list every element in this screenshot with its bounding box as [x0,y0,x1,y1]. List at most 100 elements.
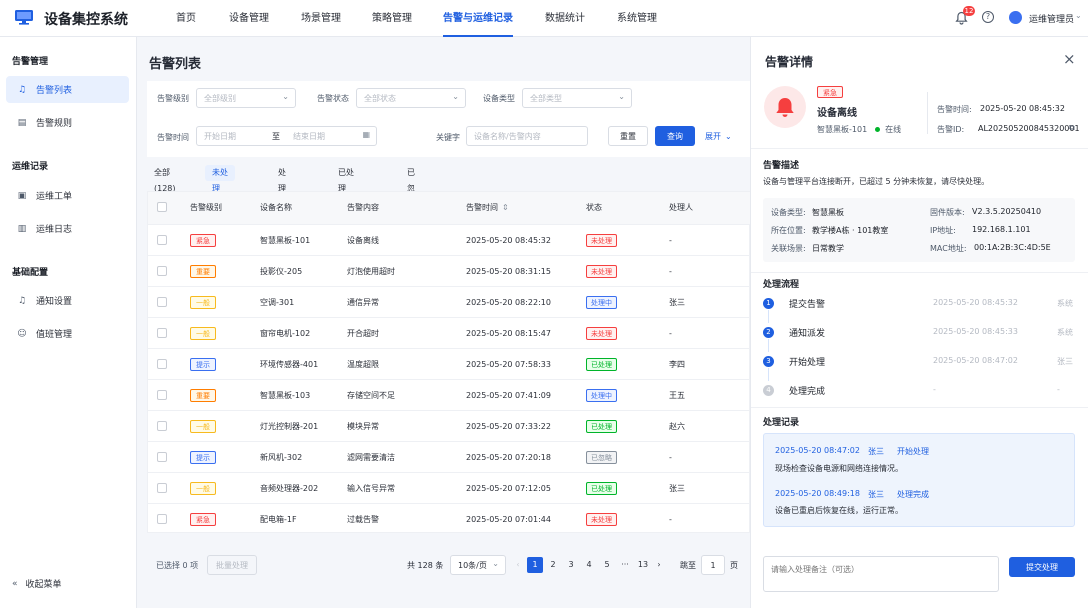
time-cell: 2025-05-20 08:31:15 [466,267,551,276]
row-checkbox[interactable] [157,421,167,431]
sidebar-item-work-orders[interactable]: ▣ 运维工单 [6,182,129,209]
batch-process-button[interactable]: 批量处理 [207,555,257,575]
row-checkbox[interactable] [157,297,167,307]
expand-button[interactable]: 展开 ⌄ [705,131,732,142]
time-cell: 2025-05-20 07:41:09 [466,391,551,400]
collapse-menu-button[interactable]: « 收起菜单 [12,577,62,591]
sidebar-item-alarm-list[interactable]: ♫ 告警列表 [6,76,129,103]
level-cell: 提示 [190,349,216,380]
sort-icon[interactable]: ⇕ [502,203,509,212]
nav-alarm-maintenance[interactable]: 告警与运维记录 [443,0,513,37]
nav-policy-management[interactable]: 策略管理 [372,0,412,37]
step-connector [768,310,769,323]
table-row[interactable]: 紧急 配电箱-1F 过载告警 2025-05-20 07:01:44 未处理 - [148,503,751,534]
step-number: 3 [763,356,774,367]
column-content: 告警内容 [347,203,379,212]
device-cell: 环境传感器-401 [260,360,319,369]
table-row[interactable]: 一般 灯光控制器-201 模块异常 2025-05-20 07:33:22 已处理 赵六 [148,410,751,441]
total-count: 共 128 条 [407,561,444,570]
tab-unprocessed[interactable]: 未处理(12) [205,165,236,209]
chevron-down-icon: ⌄ [492,559,499,568]
row-checkbox[interactable] [157,235,167,245]
level-select[interactable]: 全部级别 ⌄ [196,88,296,108]
table-row[interactable]: 重要 投影仪-205 灯泡使用超时 2025-05-20 08:31:15 未处理 - [148,255,751,286]
table-row[interactable]: 重要 智慧黑板-103 存储空间不足 2025-05-20 07:41:09 处理中 王五 [148,379,751,410]
tab-processing[interactable]: 处理中(8) [271,165,296,225]
page-3[interactable]: 3 [563,557,579,573]
row-checkbox[interactable] [157,359,167,369]
end-date-input[interactable]: 结束日期 [293,131,325,142]
status-select[interactable]: 全部状态 ⌄ [356,88,466,108]
sidebar-section-maintenance: 运维记录 [12,162,49,172]
column-time[interactable]: 告警时间 ⇕ [466,192,509,224]
jump-page-input[interactable]: 1 [701,555,725,575]
user-name[interactable]: 运维管理员 [1029,12,1074,25]
user-avatar[interactable] [1009,11,1022,24]
alarm-id-label: 告警ID: [937,125,965,134]
row-checkbox[interactable] [157,328,167,338]
records-box: 2025-05-20 08:47:02 张三 开始处理 现场检查设备电源和网络连… [763,433,1075,527]
sidebar-item-label: 通知设置 [36,297,73,307]
level-badge: 一般 [190,420,216,433]
page-5[interactable]: 5 [599,557,615,573]
level-cell: 一般 [190,411,216,442]
level-badge: 紧急 [190,513,216,526]
level-badge: 紧急 [817,86,843,98]
alarm-bell-avatar [764,86,806,128]
remark-textarea[interactable] [763,556,999,592]
nav-home[interactable]: 首页 [176,0,196,37]
sidebar-item-alarm-rules[interactable]: ▤ 告警规则 [6,109,129,136]
table-row[interactable]: 一般 窗帘电机-102 开合超时 2025-05-20 08:15:47 未处理 - [148,317,751,348]
step-time: 2025-05-20 08:45:33 [933,327,1018,336]
status-badge: 未处理 [586,234,617,247]
sidebar-item-maintenance-log[interactable]: ▥ 运维日志 [6,215,129,242]
level-cell: 提示 [190,442,216,473]
page-13[interactable]: 13 [635,557,651,573]
page-1[interactable]: 1 [527,557,543,573]
sidebar-item-duty-management[interactable]: ☺ 值班管理 [6,320,129,347]
row-checkbox[interactable] [157,390,167,400]
row-checkbox[interactable] [157,483,167,493]
nav-device-management[interactable]: 设备管理 [229,0,269,37]
nav-system-management[interactable]: 系统管理 [617,0,657,37]
sidebar-item-notification-settings[interactable]: ♫ 通知设置 [6,287,129,314]
query-button[interactable]: 查询 [655,126,695,146]
page-ellipsis[interactable]: ··· [617,557,633,573]
content-cell: 开合超时 [347,329,379,338]
table-row[interactable]: 一般 音频处理器-202 输入信号异常 2025-05-20 07:12:05 已处理 张… [148,472,751,503]
copy-icon[interactable]: ⧉ [1069,123,1075,133]
row-checkbox[interactable] [157,452,167,462]
tab-all[interactable]: 全部(128) [147,165,183,193]
record-2-user: 张三 [868,490,884,499]
start-date-input[interactable]: 开始日期 [204,131,236,142]
keyword-input[interactable]: 设备名称/告警内容 [466,126,588,146]
level-badge: 重要 [190,265,216,278]
tab-processed[interactable]: 已处理(108) [331,165,367,209]
table-row[interactable]: 提示 环境传感器-401 温度超限 2025-05-20 07:58:33 已处理 李四 [148,348,751,379]
row-checkbox[interactable] [157,266,167,276]
submit-button[interactable]: 提交处理 [1009,557,1075,577]
reset-button[interactable]: 重置 [608,126,648,146]
row-checkbox[interactable] [157,514,167,524]
table-row[interactable]: 一般 空调-301 通信异常 2025-05-20 08:22:10 处理中 张三 [148,286,751,317]
pagination-bar: 已选择 0 项 批量处理 共 128 条 10条/页 ⌄ ‹ 1 2 3 4 5 … [147,555,750,577]
level-cell: 重要 [190,256,216,287]
page-4[interactable]: 4 [581,557,597,573]
prev-page-icon[interactable]: ‹ [510,557,526,573]
tab-ignored[interactable]: 已忽略(0) [400,165,425,225]
nav-data-statistics[interactable]: 数据统计 [545,0,585,37]
next-page-icon[interactable]: › [651,557,667,573]
page-size-select[interactable]: 10条/页 ⌄ [450,555,506,575]
date-range-picker[interactable]: 开始日期 至 结束日期 ▦ [196,126,377,146]
chevron-down-icon[interactable]: ⌄ [1075,11,1082,20]
table-row[interactable]: 提示 新风机-302 滤网需要清洁 2025-05-20 07:20:18 已忽略 - [148,441,751,472]
help-icon[interactable]: ? [982,11,994,23]
type-select[interactable]: 全部类型 ⌄ [522,88,632,108]
table-row[interactable]: 紧急 智慧黑板-101 设备离线 2025-05-20 08:45:32 未处理 - [148,224,751,255]
select-all-checkbox[interactable] [157,202,167,212]
close-icon[interactable]: × [1063,50,1076,68]
app-title: 设备集控系统 [44,12,128,28]
page-unit-label: 页 [730,561,738,570]
nav-scene-management[interactable]: 场景管理 [301,0,341,37]
page-2[interactable]: 2 [545,557,561,573]
